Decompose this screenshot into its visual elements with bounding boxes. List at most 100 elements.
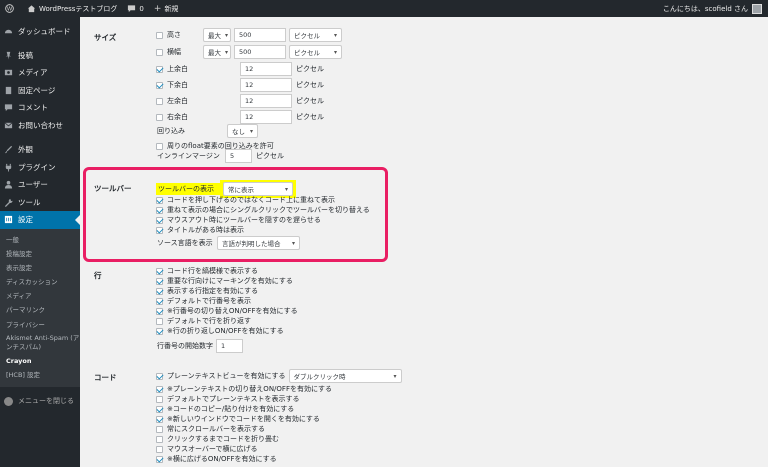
- plain-view-checkbox[interactable]: [156, 372, 163, 380]
- submenu-writing[interactable]: 投稿設定: [0, 247, 80, 261]
- height-checkbox[interactable]: [156, 31, 163, 39]
- submenu-permalink[interactable]: パーマリンク: [0, 303, 80, 317]
- comment-icon: [4, 104, 13, 112]
- menu-contact[interactable]: お問い合わせ: [0, 117, 80, 135]
- collapse-menu-button[interactable]: メニューを閉じる: [0, 396, 80, 406]
- submenu-hcb[interactable]: [HCB] 設定: [0, 368, 80, 382]
- code-option-checkbox[interactable]: [156, 435, 163, 443]
- margin-bottom-input[interactable]: 12: [240, 78, 292, 92]
- submenu-privacy[interactable]: プライバシー: [0, 318, 80, 332]
- mail-icon: [4, 122, 13, 128]
- plain-view-select[interactable]: ダブルクリック時 ▾: [288, 369, 402, 383]
- new-label: 新規: [164, 4, 179, 13]
- submenu-media[interactable]: メディア: [0, 289, 80, 303]
- margin-right-input[interactable]: 12: [240, 110, 292, 124]
- width-checkbox[interactable]: [156, 48, 163, 56]
- submenu-crayon[interactable]: Crayon: [0, 354, 80, 368]
- lines-option-label: デフォルトで行番号を表示: [167, 297, 251, 305]
- margin-top-input[interactable]: 12: [240, 62, 292, 76]
- submenu-general[interactable]: 一般: [0, 233, 80, 247]
- submenu-akismet[interactable]: Akismet Anti-Spam (アンチスパム): [0, 332, 80, 354]
- menu-media[interactable]: メディア: [0, 64, 80, 82]
- toolbar-option-checkbox[interactable]: [156, 216, 163, 224]
- code-option-checkbox[interactable]: [156, 415, 163, 423]
- greeting: こんにちは、scofield さん: [662, 4, 748, 13]
- menu-users[interactable]: ユーザー: [0, 176, 80, 194]
- inline-margin-input[interactable]: 5: [225, 149, 252, 163]
- toolbar-option-label: タイトルがある時は表示: [167, 226, 244, 234]
- menu-posts[interactable]: 投稿: [0, 47, 80, 65]
- margin-right-checkbox[interactable]: [156, 113, 163, 121]
- lines-option-row: デフォルトで行を折り返す: [156, 316, 251, 326]
- code-option-row: ※横に広げるON/OFFを有効にする: [156, 454, 277, 464]
- lines-option-checkbox[interactable]: [156, 277, 163, 285]
- chevron-down-icon: ▾: [333, 31, 337, 39]
- margin-top-checkbox[interactable]: [156, 65, 163, 73]
- margin-left-checkbox[interactable]: [156, 97, 163, 105]
- menu-appearance[interactable]: 外観: [0, 141, 80, 159]
- lines-option-label: 重要な行向けにマーキングを有効にする: [167, 277, 293, 285]
- submenu-discussion[interactable]: ディスカッション: [0, 275, 80, 289]
- menu-tools[interactable]: ツール: [0, 194, 80, 212]
- code-option-checkbox[interactable]: [156, 445, 163, 453]
- width-input[interactable]: 500: [234, 45, 286, 59]
- code-option-checkbox[interactable]: [156, 385, 163, 393]
- lines-option-checkbox[interactable]: [156, 307, 163, 315]
- menu-comments[interactable]: コメント: [0, 99, 80, 117]
- toolbar-display-label: ツールバーの表示: [156, 183, 220, 195]
- wrap-select[interactable]: なし ▾: [227, 124, 258, 138]
- height-unit-select[interactable]: ピクセル ▾: [289, 28, 342, 42]
- toolbar-option-checkbox[interactable]: [156, 196, 163, 204]
- lines-option-checkbox[interactable]: [156, 267, 163, 275]
- menu-label: ユーザー: [18, 180, 48, 190]
- wp-logo[interactable]: W: [0, 0, 22, 17]
- plain-view-row: プレーンテキストビューを有効にする ダブルクリック時 ▾: [156, 369, 402, 383]
- margin-bottom-label: 下余白: [167, 81, 188, 89]
- width-unit-select[interactable]: ピクセル ▾: [289, 45, 342, 59]
- submenu-reading[interactable]: 表示設定: [0, 261, 80, 275]
- dashboard-icon: [4, 29, 13, 34]
- menu-dashboard[interactable]: ダッシュボード: [0, 23, 80, 41]
- menu-label: 設定: [18, 215, 33, 225]
- code-option-row: マウスオーバーで横に広げる: [156, 444, 258, 454]
- line-start-label: 行番号の開始数字: [157, 342, 213, 350]
- comments-link[interactable]: 0: [122, 0, 148, 17]
- toolbar-option-checkbox[interactable]: [156, 206, 163, 214]
- menu-label: ツール: [18, 197, 41, 207]
- menu-label: コメント: [18, 103, 48, 113]
- lines-option-checkbox[interactable]: [156, 327, 163, 335]
- select-value: ピクセル: [294, 49, 320, 57]
- code-option-row: 常にスクロールバーを表示する: [156, 424, 265, 434]
- lines-option-checkbox[interactable]: [156, 297, 163, 305]
- margin-left-input[interactable]: 12: [240, 94, 292, 108]
- toolbar-option-row: コードを押し下げるのではなくコード上に重ねて表示: [156, 195, 335, 205]
- margin-bottom-checkbox[interactable]: [156, 81, 163, 89]
- lines-option-checkbox[interactable]: [156, 287, 163, 295]
- toolbar-option-checkbox[interactable]: [156, 226, 163, 234]
- new-content-link[interactable]: + 新規: [149, 0, 184, 17]
- code-option-checkbox[interactable]: [156, 425, 163, 433]
- line-start-input[interactable]: 1: [216, 339, 243, 353]
- menu-settings[interactable]: 設定: [0, 211, 80, 229]
- my-account[interactable]: こんにちは、scofield さん: [663, 0, 762, 17]
- menu-plugins[interactable]: プラグイン: [0, 159, 80, 177]
- height-input[interactable]: 500: [234, 28, 286, 42]
- source-lang-row: ソース言語を表示 言語が判明した場合 ▾: [157, 236, 300, 250]
- wrap-label: 回り込み: [157, 127, 185, 135]
- code-option-checkbox[interactable]: [156, 395, 163, 403]
- code-option-checkbox[interactable]: [156, 405, 163, 413]
- menu-pages[interactable]: 固定ページ: [0, 82, 80, 100]
- code-option-checkbox[interactable]: [156, 455, 163, 463]
- lines-option-checkbox[interactable]: [156, 317, 163, 325]
- height-mode-select[interactable]: 最大 ▾: [203, 28, 231, 42]
- site-name: WordPressテストブログ: [39, 4, 118, 13]
- toolbar-display-select[interactable]: 常に表示 ▾: [223, 182, 293, 196]
- wrench-icon: [4, 198, 13, 207]
- code-option-row: デフォルトでプレーンテキストを表示する: [156, 394, 299, 404]
- plain-view-label: プレーンテキストビューを有効にする: [167, 372, 286, 380]
- site-name-link[interactable]: WordPressテストブログ: [22, 0, 122, 17]
- width-mode-select[interactable]: 最大 ▾: [203, 45, 231, 59]
- lines-option-label: コード行を縞模様で表示する: [167, 267, 258, 275]
- unit-label: ピクセル: [296, 65, 324, 73]
- source-lang-select[interactable]: 言語が判明した場合 ▾: [217, 236, 300, 250]
